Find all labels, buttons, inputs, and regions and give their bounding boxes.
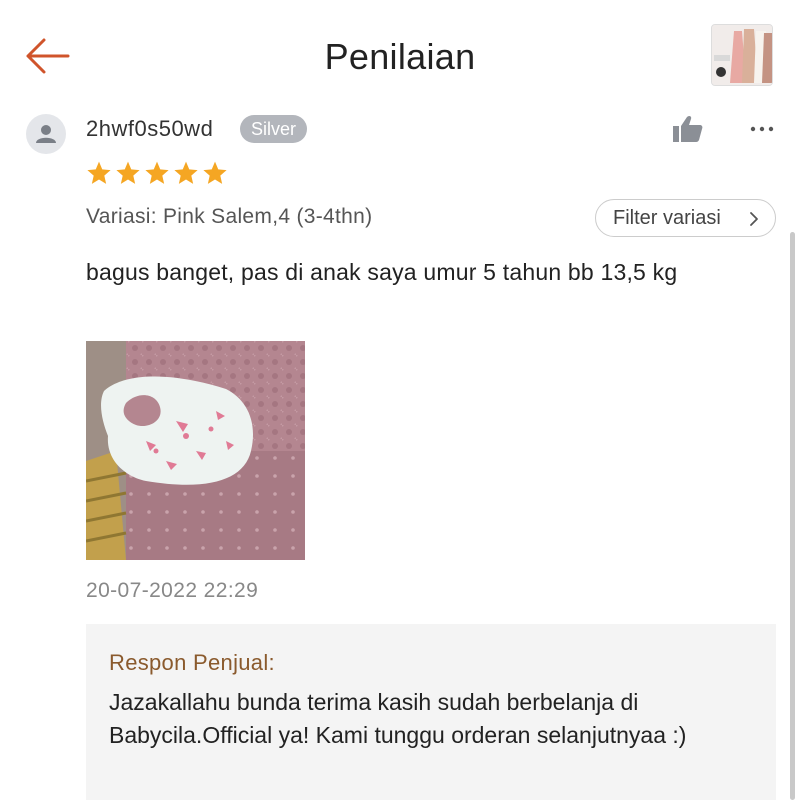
thumbs-up-icon bbox=[673, 115, 703, 142]
filter-variation-label: Filter variasi bbox=[613, 206, 721, 229]
star-rating bbox=[86, 160, 228, 188]
more-options-button[interactable] bbox=[749, 120, 775, 138]
review-photo[interactable] bbox=[86, 341, 305, 560]
seller-response-title: Respon Penjual: bbox=[109, 650, 275, 675]
reviewer-username[interactable]: 2hwf0s50wd bbox=[86, 116, 213, 142]
seller-response: Respon Penjual: Jazakallahu bunda terima… bbox=[86, 624, 776, 800]
star-icon bbox=[87, 161, 111, 184]
star-icon bbox=[203, 161, 227, 184]
member-badge: Silver bbox=[240, 115, 308, 143]
page-title: Penilaian bbox=[324, 36, 476, 77]
star-icon bbox=[145, 161, 169, 184]
review-timestamp: 20-07-2022 22:29 bbox=[86, 579, 259, 602]
seller-response-text: Jazakallahu bunda terima kasih sudah ber… bbox=[109, 689, 687, 748]
header: Penilaian bbox=[0, 0, 800, 110]
filter-variation-button[interactable]: Filter variasi bbox=[595, 199, 776, 237]
avatar[interactable] bbox=[26, 114, 66, 154]
star-icon bbox=[116, 161, 140, 184]
product-thumbnail[interactable] bbox=[711, 24, 773, 86]
scrollbar[interactable] bbox=[790, 232, 795, 800]
like-button[interactable] bbox=[670, 114, 706, 144]
user-icon bbox=[36, 125, 56, 143]
variation-label: Variasi: Pink Salem,4 (3-4thn) bbox=[86, 205, 373, 228]
review-text: bagus banget, pas di anak saya umur 5 ta… bbox=[86, 259, 678, 285]
chevron-right-icon bbox=[750, 212, 758, 226]
more-dots-icon bbox=[750, 126, 774, 132]
star-icon bbox=[174, 161, 198, 184]
